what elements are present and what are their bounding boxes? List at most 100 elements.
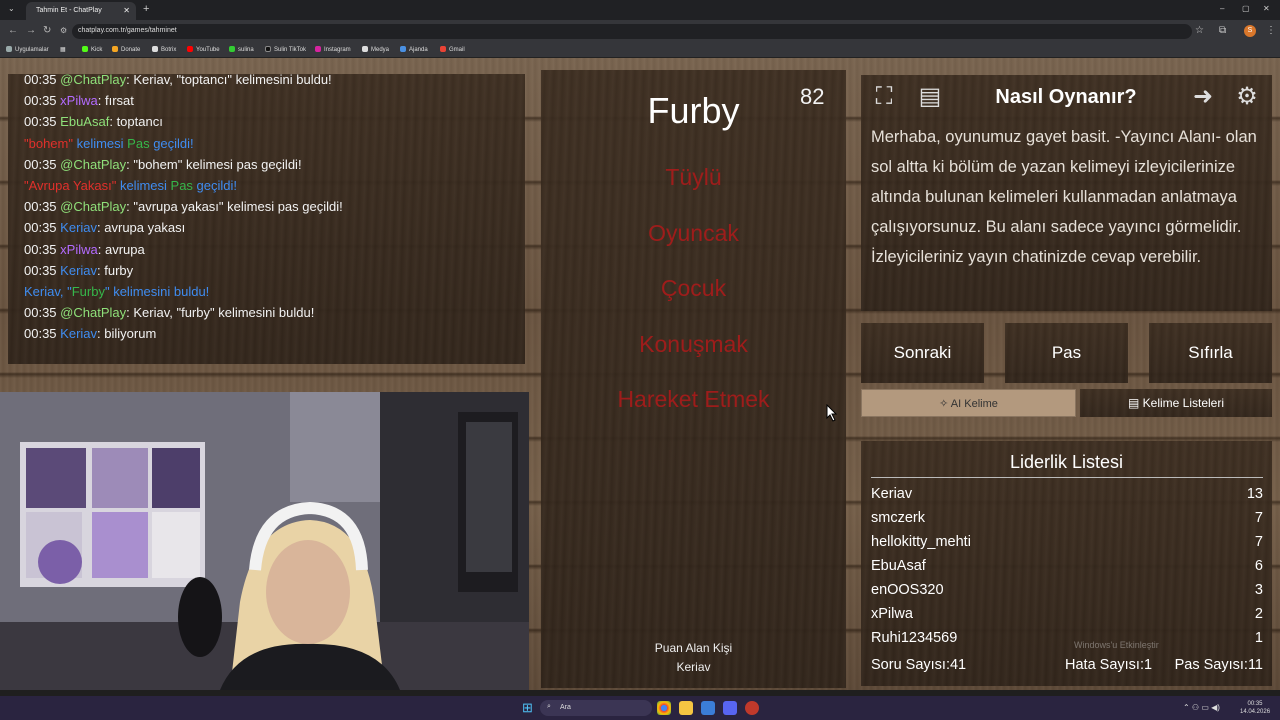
- site-info-icon[interactable]: ⚙: [60, 26, 67, 35]
- forbidden-word: Çocuk: [660, 275, 727, 301]
- word-lists-button[interactable]: ▤ Kelime Listeleri: [1080, 389, 1272, 417]
- browser-tab-strip: ⌄ Tahmin Et - ChatPlay ✕ + – ▢ ✕: [0, 0, 1280, 20]
- chat-text: "avrupa yakası" kelimesi pas geçildi!: [133, 199, 343, 215]
- tray-icons[interactable]: ⌃ ⚇ ▭ ◀): [1183, 703, 1220, 712]
- bookmark-item[interactable]: Sulin TikTok: [265, 46, 306, 53]
- chat-username[interactable]: "Avrupa Yakası": [24, 178, 116, 193]
- leaderboard-score: 7: [1254, 534, 1263, 550]
- chat-username[interactable]: xPilwa: [60, 93, 98, 108]
- leaderboard-row: Keriav 13: [871, 486, 1263, 502]
- leaderboard-score: 13: [1246, 486, 1263, 502]
- bookmark-item[interactable]: Medya: [362, 46, 389, 53]
- chat-text: Pas: [127, 135, 150, 151]
- chat-username[interactable]: Keriav: [60, 326, 97, 341]
- forbidden-word: Hareket Etmek: [617, 386, 770, 412]
- chat-message: 00:35 xPilwa: fırsat: [24, 90, 525, 111]
- pass-button[interactable]: Pas: [1005, 323, 1128, 383]
- bookmark-item[interactable]: Donate: [112, 46, 140, 53]
- chat-time: 00:35: [24, 114, 57, 130]
- ai-word-label: AI Kelime: [950, 398, 998, 410]
- chat-message: 00:35 Keriav: biliyorum: [24, 323, 525, 344]
- browser-tab[interactable]: Tahmin Et - ChatPlay ✕: [26, 2, 136, 20]
- search-icon: ⌕: [547, 703, 551, 710]
- chrome-icon[interactable]: [657, 701, 671, 715]
- leaderboard-name: enOOS320: [871, 582, 944, 598]
- obs-icon[interactable]: [745, 701, 759, 715]
- chat-message: 00:35 Keriav: furby: [24, 260, 525, 281]
- maximize-icon[interactable]: ▢: [1242, 4, 1250, 13]
- chat-username[interactable]: "bohem": [24, 136, 73, 151]
- forward-icon[interactable]: →: [26, 25, 36, 36]
- discord-icon[interactable]: [723, 701, 737, 715]
- scorer-name: Keriav: [676, 660, 711, 674]
- bookmark-item[interactable]: Gmail: [440, 46, 465, 53]
- bookmark-apps-grid-icon[interactable]: ▦: [60, 46, 66, 53]
- bookmark-star-icon[interactable]: ☆: [1195, 25, 1204, 36]
- chat-username[interactable]: Keriav: [60, 220, 97, 235]
- leaderboard-divider: [871, 477, 1263, 478]
- bookmark-item[interactable]: Ajanda: [400, 46, 428, 53]
- chat-time: 00:35: [24, 199, 57, 215]
- bookmark-item[interactable]: Instagram: [315, 46, 351, 53]
- chat-separator: kelimesi: [72, 135, 128, 151]
- stats-row: Soru Sayısı:41 Hata Sayısı:1 Pas Sayısı:…: [871, 657, 1263, 673]
- next-button[interactable]: Sonraki: [861, 323, 984, 383]
- chat-username[interactable]: xPilwa: [60, 242, 98, 257]
- reload-icon[interactable]: ↻: [43, 25, 51, 36]
- chat-username[interactable]: Keriav: [60, 263, 97, 278]
- close-tab-icon[interactable]: ✕: [123, 6, 130, 15]
- leaderboard-name: xPilwa: [871, 606, 913, 622]
- address-bar-row: ← → ↻ ⚙ chatplay.com.tr/games/tahminet ☆…: [0, 20, 1280, 42]
- chat-message: 00:35 EbuAsaf: toptancı: [24, 111, 525, 132]
- chat-message: 00:35 @ChatPlay: "bohem" kelimesi pas ge…: [24, 154, 525, 175]
- chat-username[interactable]: @ChatPlay: [60, 305, 126, 320]
- chat-username[interactable]: EbuAsaf: [60, 114, 109, 129]
- chat-text: avrupa: [104, 241, 145, 257]
- ai-word-button[interactable]: ✧ AI Kelime: [861, 389, 1076, 417]
- leaderboard-score: 6: [1254, 558, 1263, 574]
- webcam-image: [0, 392, 529, 690]
- list-icon: ▤: [1127, 396, 1143, 410]
- leaderboard-row: EbuAsaf 6: [871, 558, 1263, 574]
- chat-username[interactable]: Keriav, ": [24, 284, 72, 299]
- chat-username[interactable]: @ChatPlay: [60, 74, 126, 87]
- leaderboard-name: Keriav: [871, 486, 913, 502]
- leaderboard-row: enOOS320 3: [871, 582, 1263, 598]
- chat-time: 00:35: [24, 326, 57, 342]
- menu-icon[interactable]: ⋮: [1266, 25, 1276, 36]
- profile-avatar[interactable]: S: [1244, 25, 1256, 37]
- pass-count: Pas Sayısı:11: [1174, 657, 1263, 673]
- bookmark-item[interactable]: YouTube: [187, 46, 220, 53]
- chat-text: "bohem" kelimesi pas geçildi!: [133, 156, 302, 172]
- url-text: chatplay.com.tr/games/tahminet: [78, 27, 177, 34]
- chat-time: 00:35: [24, 305, 57, 321]
- forbidden-word: Tüylü: [665, 164, 722, 190]
- extensions-icon[interactable]: ⧉: [1219, 25, 1226, 36]
- tab-search-icon[interactable]: ⌄: [8, 4, 15, 13]
- bookmark-item[interactable]: Kick: [82, 46, 102, 53]
- chat-text: toptancı: [116, 114, 163, 130]
- bookmark-item[interactable]: Uygulamalar: [6, 46, 49, 53]
- chat-time: 00:35: [24, 93, 57, 109]
- bookmark-item[interactable]: Botrix: [152, 46, 176, 53]
- back-icon[interactable]: ←: [8, 25, 18, 36]
- windows-start-icon[interactable]: ⊞: [522, 700, 533, 716]
- url-field[interactable]: chatplay.com.tr/games/tahminet: [72, 24, 1192, 39]
- error-count: Hata Sayısı:1: [1065, 657, 1153, 673]
- chat-username[interactable]: @ChatPlay: [60, 157, 126, 172]
- bookmark-item[interactable]: sulina: [229, 46, 254, 53]
- word-lists-label: Kelime Listeleri: [1142, 396, 1225, 410]
- help-text: Merhaba, oyunumuz gayet basit. -Yayıncı …: [871, 128, 1257, 266]
- minimize-icon[interactable]: –: [1220, 4, 1224, 13]
- close-window-icon[interactable]: ✕: [1263, 4, 1270, 13]
- reset-button[interactable]: Sıfırla: [1149, 323, 1272, 383]
- leaderboard-score: 3: [1254, 582, 1263, 598]
- app-icon[interactable]: [701, 701, 715, 715]
- taskbar-clock[interactable]: 00:35 14.04.2026: [1240, 700, 1270, 716]
- chat-username[interactable]: @ChatPlay: [60, 199, 126, 214]
- new-tab-button[interactable]: +: [143, 3, 149, 15]
- file-explorer-icon[interactable]: [679, 701, 693, 715]
- chat-separator: :: [97, 93, 105, 109]
- taskbar-search[interactable]: ⌕ Ara: [540, 700, 652, 716]
- chat-text-suffix: " kelimesini buldu!: [104, 284, 210, 300]
